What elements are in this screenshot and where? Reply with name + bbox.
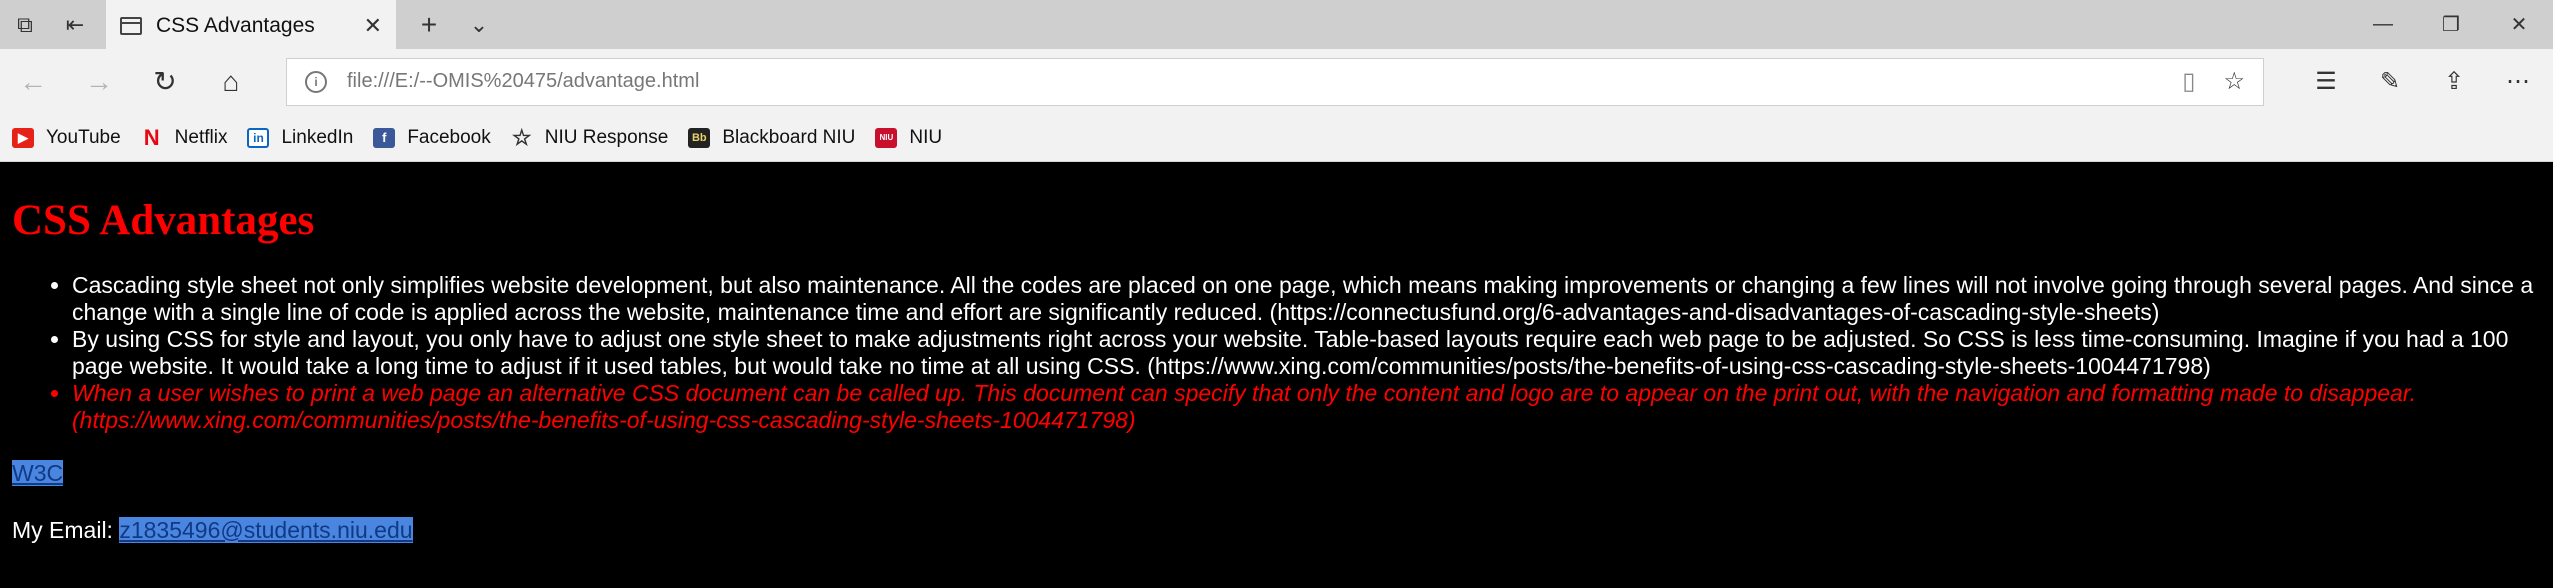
star-icon: ☆ — [511, 124, 532, 150]
back-icon[interactable]: ← — [0, 66, 66, 98]
w3c-link[interactable]: W3C — [12, 460, 64, 486]
favorites-hub-icon[interactable]: ☰ — [2294, 67, 2358, 96]
list-item: By using CSS for style and layout, you o… — [72, 326, 2541, 380]
navigation-bar: ← → ↻ ⌂ i file:///E:/--OMIS%20475/advant… — [0, 49, 2553, 114]
favorite-label: Netflix — [174, 126, 228, 148]
page-content: CSS Advantages Cascading style sheet not… — [0, 162, 2553, 588]
tab-bar: ⧉ ⇤ CSS Advantages ✕ + ⌄ — ❐ ✕ — [0, 0, 2553, 49]
niu-icon: NIU — [875, 127, 898, 148]
forward-icon[interactable]: → — [66, 66, 132, 98]
page-icon — [120, 16, 142, 35]
favorite-label: YouTube — [46, 126, 121, 148]
close-tab-icon[interactable]: ✕ — [364, 13, 382, 39]
favorite-blackboard-niu[interactable]: Bb Blackboard NIU — [688, 127, 855, 149]
favorite-facebook[interactable]: f Facebook — [373, 126, 491, 149]
advantages-list: Cascading style sheet not only simplifie… — [12, 272, 2541, 434]
email-label: My Email: — [12, 517, 113, 543]
favorite-label: LinkedIn — [281, 126, 354, 148]
more-icon[interactable]: ⋯ — [2486, 67, 2550, 96]
w3c-paragraph: W3C — [12, 460, 2541, 487]
favorite-niu-response[interactable]: ☆ NIU Response — [511, 124, 669, 150]
favorite-label: Blackboard NIU — [722, 126, 856, 148]
set-tabs-aside-icon[interactable]: ⇤ — [50, 0, 100, 49]
favorite-linkedin[interactable]: in LinkedIn — [247, 127, 353, 149]
youtube-icon: ▶ — [12, 127, 34, 148]
home-icon[interactable]: ⌂ — [198, 66, 264, 98]
list-item: When a user wishes to print a web page a… — [72, 380, 2541, 434]
list-item: Cascading style sheet not only simplifie… — [72, 272, 2541, 326]
tab-actions-icon[interactable]: ⧉ — [0, 0, 50, 49]
facebook-icon: f — [373, 127, 396, 148]
email-link[interactable]: z1835496@students.niu.edu — [119, 517, 413, 543]
favorite-netflix[interactable]: N Netflix — [141, 124, 228, 150]
address-bar[interactable]: i file:///E:/--OMIS%20475/advantage.html… — [286, 57, 2264, 106]
close-window-icon[interactable]: ✕ — [2485, 0, 2553, 49]
chevron-down-icon[interactable]: ⌄ — [454, 0, 504, 49]
favorite-youtube[interactable]: ▶ YouTube — [12, 127, 121, 149]
email-paragraph: My Email: z1835496@students.niu.edu — [12, 517, 2541, 544]
info-icon[interactable]: i — [305, 70, 327, 93]
share-icon[interactable]: ⇪ — [2422, 67, 2486, 96]
favorite-label: NIU — [909, 126, 943, 148]
new-tab-icon[interactable]: + — [404, 0, 454, 49]
blackboard-icon: Bb — [688, 127, 711, 148]
favorites-bar: ▶ YouTube N Netflix in LinkedIn f Facebo… — [0, 114, 2553, 162]
netflix-icon: N — [143, 124, 160, 150]
restore-icon[interactable]: ❐ — [2417, 0, 2485, 49]
tab-css-advantages[interactable]: CSS Advantages ✕ — [106, 0, 396, 49]
address-text[interactable]: file:///E:/--OMIS%20475/advantage.html — [347, 70, 2154, 93]
favorite-star-icon[interactable]: ☆ — [2223, 67, 2245, 96]
favorite-label: Facebook — [407, 126, 491, 148]
minimize-icon[interactable]: — — [2349, 0, 2417, 49]
favorite-niu[interactable]: NIU NIU — [875, 127, 942, 149]
linkedin-icon: in — [247, 127, 270, 148]
refresh-icon[interactable]: ↻ — [132, 65, 198, 98]
favorite-label: NIU Response — [544, 126, 669, 148]
reading-view-icon[interactable]: ▯ — [2182, 67, 2195, 96]
page-title: CSS Advantages — [12, 197, 315, 244]
tab-title: CSS Advantages — [156, 13, 315, 37]
pen-icon[interactable]: ✎ — [2358, 67, 2422, 96]
